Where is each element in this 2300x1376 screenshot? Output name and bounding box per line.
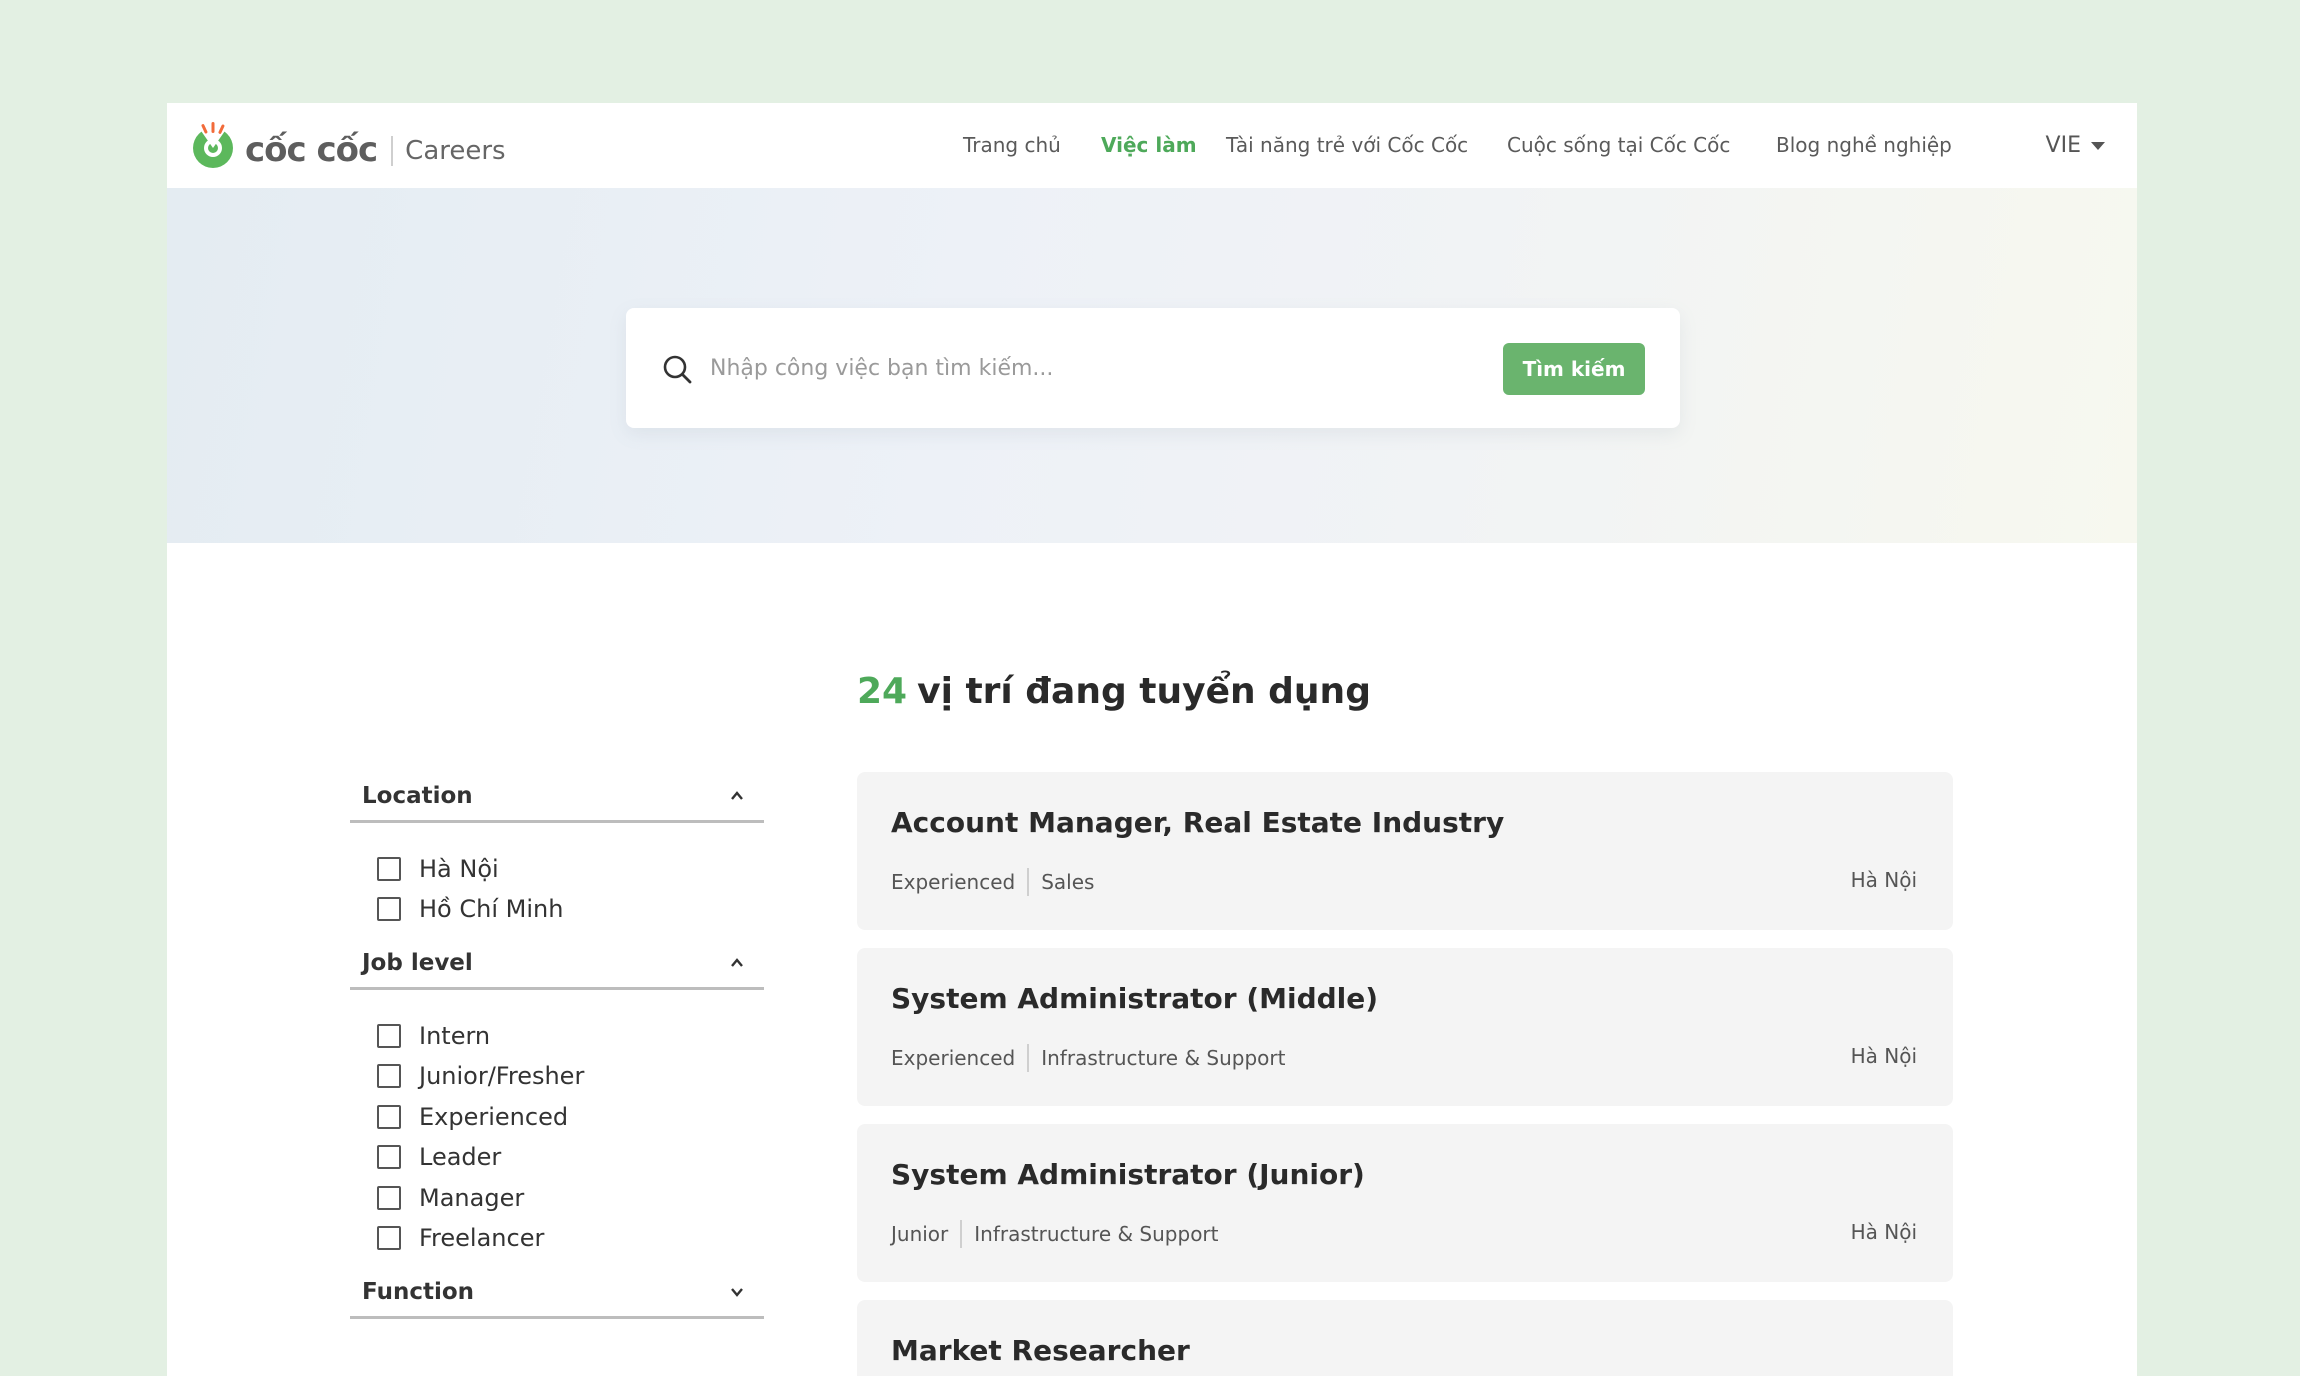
filter-option-label: Intern bbox=[419, 1022, 491, 1050]
nav-item-home[interactable]: Trang chủ bbox=[963, 133, 1061, 157]
nav-item-career-blog[interactable]: Blog nghề nghiệp bbox=[1776, 133, 1952, 157]
meta-divider bbox=[960, 1220, 963, 1248]
job-level: Experienced bbox=[891, 1046, 1016, 1070]
filter-option-label: Hồ Chí Minh bbox=[419, 895, 564, 923]
job-card[interactable]: Account Manager, Real Estate Industry Ex… bbox=[857, 772, 1953, 930]
logo-divider bbox=[391, 136, 394, 166]
job-meta: Experienced Sales bbox=[891, 868, 1094, 896]
search-icon bbox=[663, 355, 692, 384]
checkbox[interactable] bbox=[377, 897, 401, 921]
job-location: Hà Nội bbox=[1850, 1220, 1917, 1244]
job-function: Sales bbox=[1041, 870, 1095, 894]
job-search-input[interactable] bbox=[710, 344, 1470, 392]
filter-function-header[interactable]: Function bbox=[350, 1267, 764, 1319]
coccoc-logo[interactable]: cốc cốc Careers bbox=[189, 121, 506, 171]
job-title[interactable]: System Administrator (Middle) bbox=[891, 982, 1378, 1015]
filter-job-level-header[interactable]: Job level bbox=[350, 938, 764, 990]
results-count-heading: 24 vị trí đang tuyển dụng bbox=[857, 671, 1371, 712]
checkbox[interactable] bbox=[377, 1105, 401, 1129]
site-header: cốc cốc Careers Trang chủ Việc làm Tài n… bbox=[167, 103, 2137, 188]
job-title[interactable]: Market Researcher bbox=[891, 1334, 1190, 1367]
checkbox[interactable] bbox=[377, 1186, 401, 1210]
job-card[interactable]: Market Researcher bbox=[857, 1300, 1953, 1376]
chevron-up-icon bbox=[731, 791, 743, 800]
filter-option-label: Hà Nội bbox=[419, 855, 499, 883]
filter-option-label: Experienced bbox=[419, 1103, 569, 1131]
results-count: 24 bbox=[857, 671, 908, 712]
filter-location-title: Location bbox=[362, 783, 473, 809]
filter-option-junior-fresher[interactable]: Junior/Fresher bbox=[377, 1058, 584, 1094]
chevron-down-icon bbox=[731, 1288, 743, 1297]
results-count-label: vị trí đang tuyển dụng bbox=[917, 671, 1371, 712]
checkbox[interactable] bbox=[377, 1145, 401, 1169]
filter-option-leader[interactable]: Leader bbox=[377, 1139, 501, 1175]
caret-down-icon bbox=[2091, 141, 2105, 150]
filter-option-label: Manager bbox=[419, 1184, 525, 1212]
checkbox[interactable] bbox=[377, 1024, 401, 1048]
job-meta: Experienced Infrastructure & Support bbox=[891, 1044, 1285, 1072]
job-search-box: Tìm kiếm bbox=[626, 308, 1680, 428]
job-meta: Junior Infrastructure & Support bbox=[891, 1220, 1219, 1248]
brand-section-label: Careers bbox=[405, 136, 506, 166]
filter-location-header[interactable]: Location bbox=[350, 771, 764, 823]
nav-item-young-talent[interactable]: Tài năng trẻ với Cốc Cốc bbox=[1226, 133, 1468, 157]
filter-option-hanoi[interactable]: Hà Nội bbox=[377, 851, 499, 887]
coccoc-logo-icon bbox=[189, 122, 237, 170]
filter-option-freelancer[interactable]: Freelancer bbox=[377, 1220, 544, 1256]
filter-option-hcm[interactable]: Hồ Chí Minh bbox=[377, 891, 563, 927]
filter-option-manager[interactable]: Manager bbox=[377, 1180, 524, 1216]
brand-wordmark: cốc cốc bbox=[245, 130, 378, 170]
filter-option-experienced[interactable]: Experienced bbox=[377, 1099, 568, 1135]
careers-page: cốc cốc Careers Trang chủ Việc làm Tài n… bbox=[167, 103, 2137, 1376]
meta-divider bbox=[1027, 868, 1030, 896]
nav-item-jobs[interactable]: Việc làm bbox=[1101, 133, 1197, 157]
job-card[interactable]: System Administrator (Middle) Experience… bbox=[857, 948, 1953, 1106]
language-selector[interactable]: VIE bbox=[2046, 133, 2105, 158]
chevron-up-icon bbox=[731, 958, 743, 967]
filter-option-label: Freelancer bbox=[419, 1224, 545, 1252]
nav-item-life-at-coccoc[interactable]: Cuộc sống tại Cốc Cốc bbox=[1507, 133, 1730, 157]
filter-option-label: Junior/Fresher bbox=[419, 1062, 585, 1090]
checkbox[interactable] bbox=[377, 857, 401, 881]
job-function: Infrastructure & Support bbox=[974, 1222, 1219, 1246]
job-location: Hà Nội bbox=[1850, 1044, 1917, 1068]
filter-option-label: Leader bbox=[419, 1143, 502, 1171]
checkbox[interactable] bbox=[377, 1226, 401, 1250]
checkbox[interactable] bbox=[377, 1064, 401, 1088]
job-title[interactable]: System Administrator (Junior) bbox=[891, 1158, 1365, 1191]
job-level: Experienced bbox=[891, 870, 1016, 894]
job-title[interactable]: Account Manager, Real Estate Industry bbox=[891, 806, 1504, 839]
job-card[interactable]: System Administrator (Junior) Junior Inf… bbox=[857, 1124, 1953, 1282]
filter-job-level-title: Job level bbox=[362, 950, 473, 976]
search-button[interactable]: Tìm kiếm bbox=[1503, 343, 1645, 395]
language-label: VIE bbox=[2045, 133, 2081, 158]
meta-divider bbox=[1027, 1044, 1030, 1072]
filter-option-intern[interactable]: Intern bbox=[377, 1018, 490, 1054]
job-level: Junior bbox=[891, 1222, 949, 1246]
job-function: Infrastructure & Support bbox=[1041, 1046, 1286, 1070]
job-location: Hà Nội bbox=[1850, 868, 1917, 892]
filter-function-title: Function bbox=[362, 1279, 475, 1305]
hero-banner: Tìm kiếm bbox=[167, 188, 2137, 543]
